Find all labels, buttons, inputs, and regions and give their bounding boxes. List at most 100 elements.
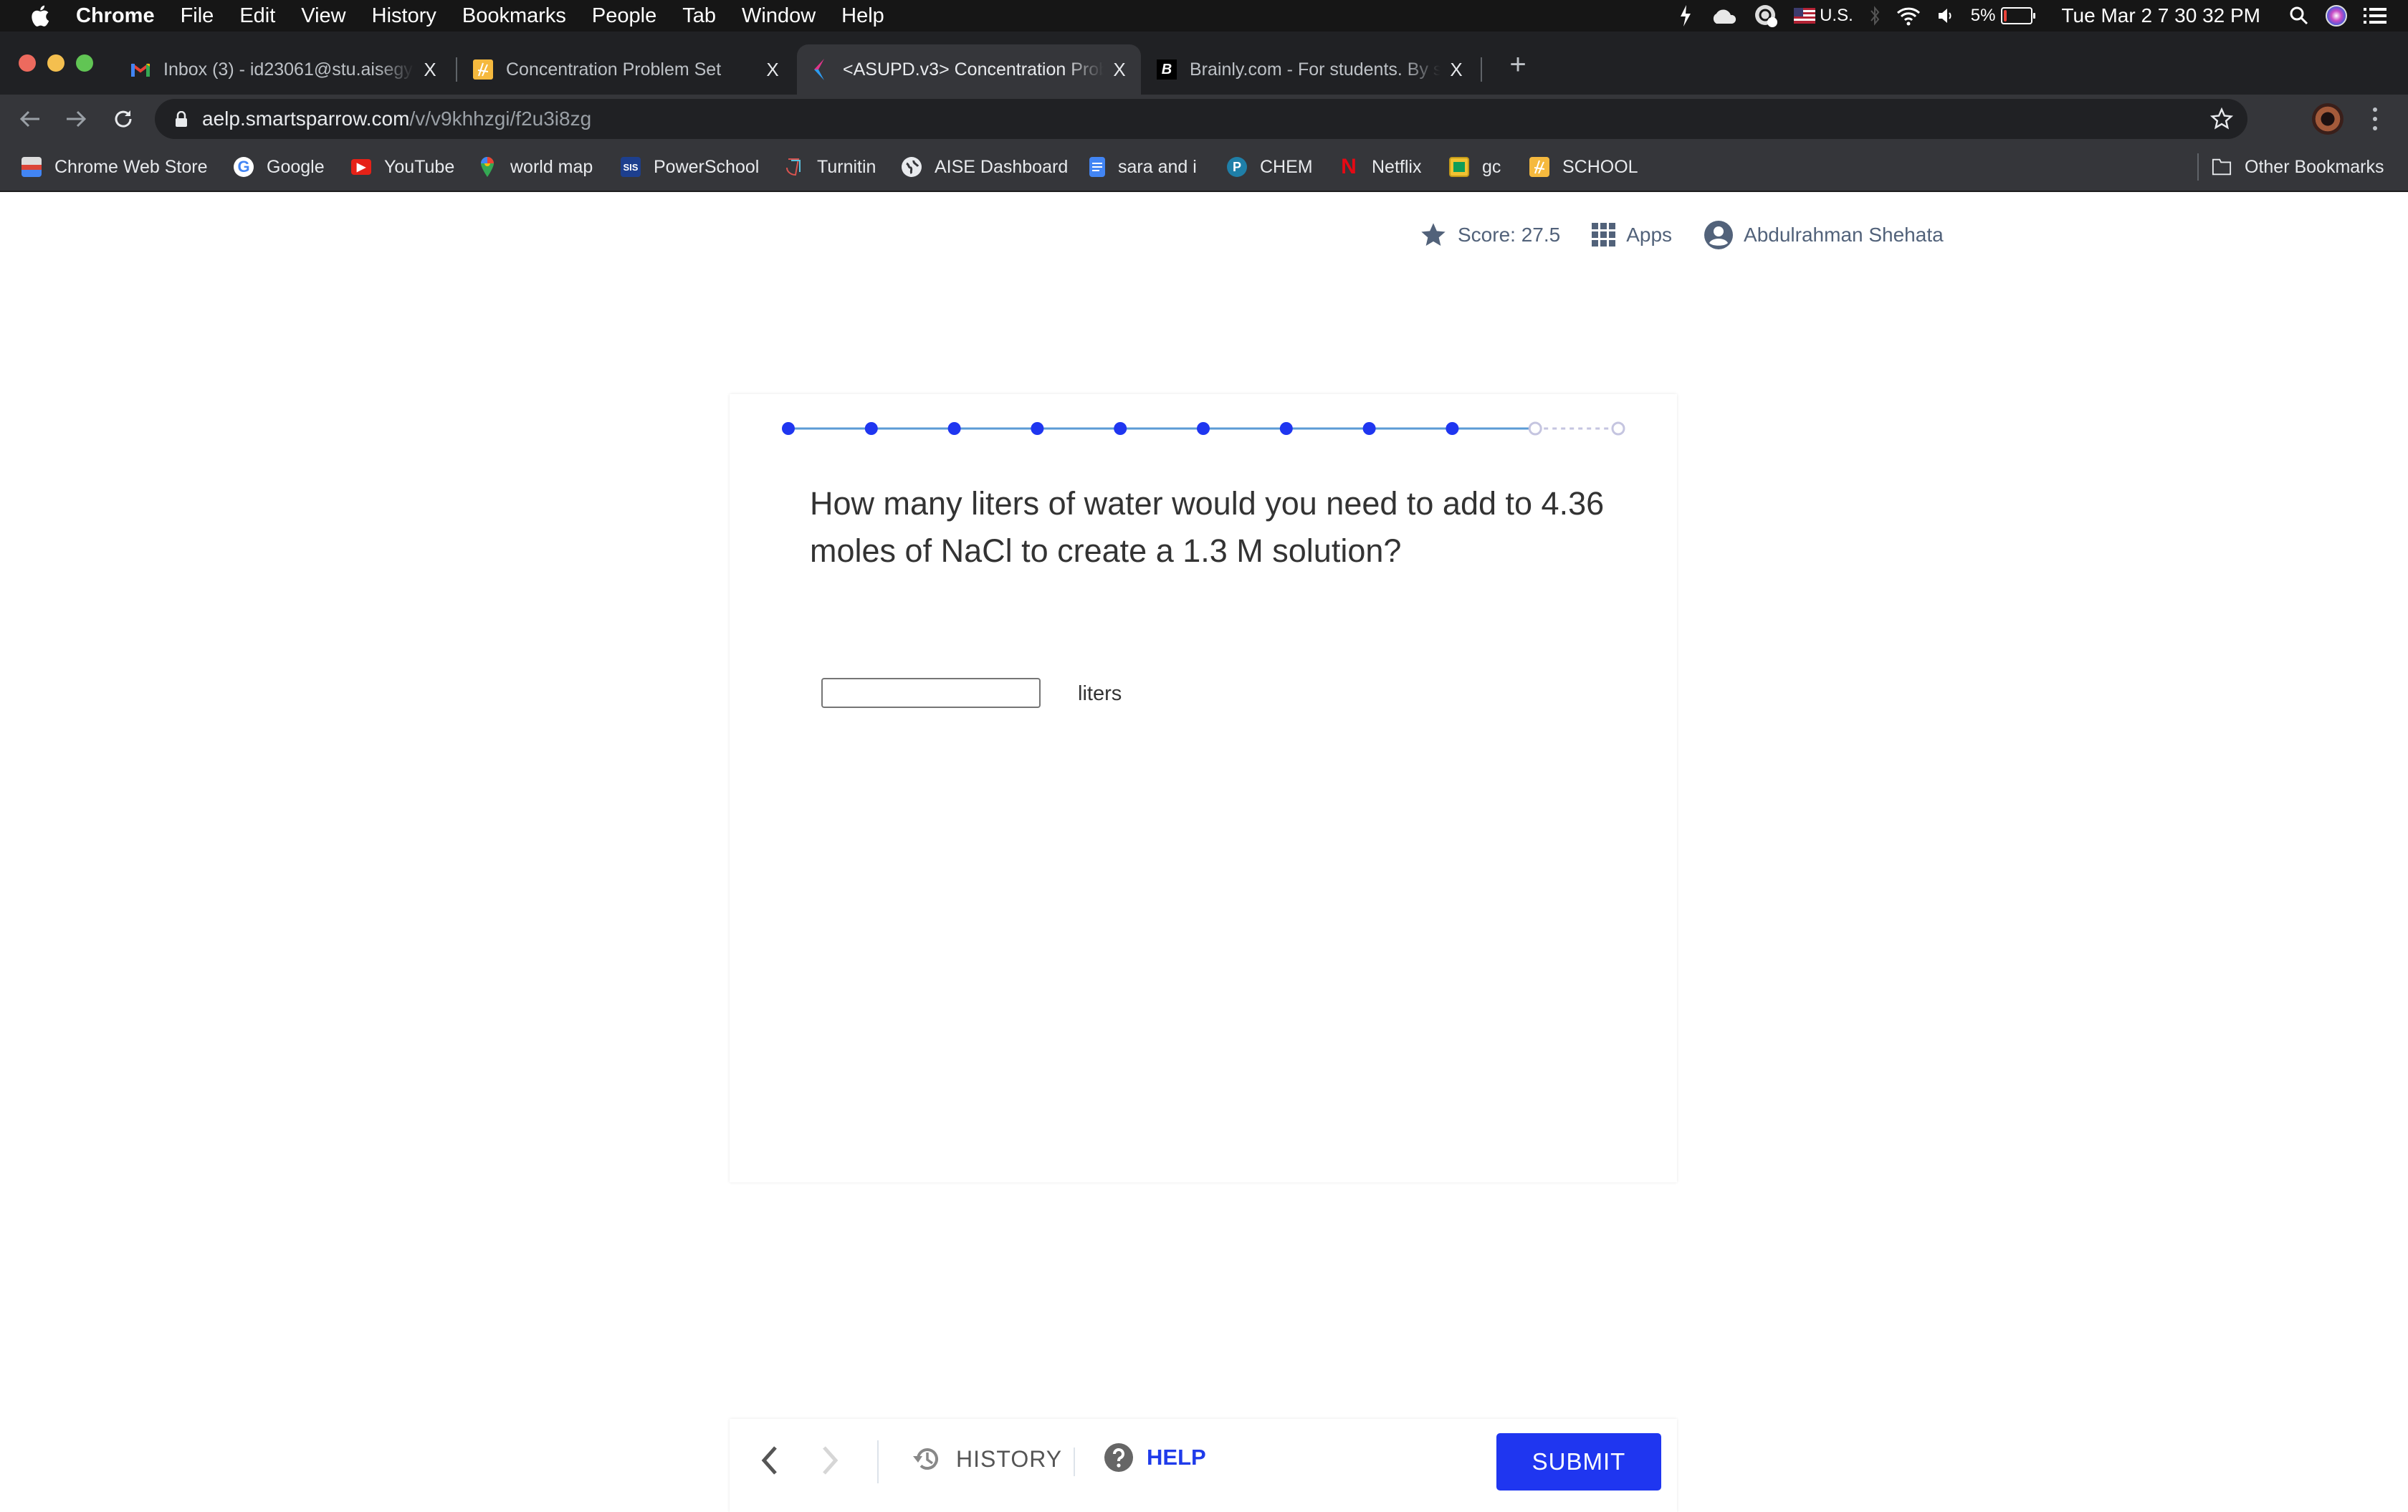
battery-status[interactable]: 5% — [1971, 6, 2036, 26]
lock-icon[interactable] — [175, 110, 188, 127]
us-flag-icon[interactable]: U.S. — [1794, 6, 1853, 26]
bookmark-label: Chrome Web Store — [54, 156, 208, 177]
tab-close-button[interactable]: X — [764, 59, 781, 81]
bookmark-chem[interactable]: P CHEM — [1227, 153, 1313, 181]
forward-button[interactable] — [60, 103, 92, 135]
siri-icon[interactable] — [2325, 4, 2348, 27]
macos-menu-bar: Chrome File Edit View History Bookmarks … — [0, 0, 2408, 32]
menu-view[interactable]: View — [301, 4, 345, 28]
menu-file[interactable]: File — [181, 4, 214, 28]
next-screen-button[interactable] — [820, 1445, 841, 1476]
bookmark-label: SCHOOL — [1562, 156, 1638, 177]
menu-help[interactable]: Help — [841, 4, 884, 28]
tab-close-button[interactable]: X — [1111, 59, 1128, 81]
reload-button[interactable] — [108, 103, 139, 135]
tab-close-button[interactable]: X — [421, 59, 439, 81]
bookmark-sara-and-i[interactable]: sara and i — [1089, 153, 1197, 181]
volume-icon[interactable] — [1936, 6, 1955, 25]
new-tab-button[interactable]: + — [1504, 50, 1532, 79]
google-classroom-icon — [1449, 157, 1469, 177]
maps-pin-icon — [477, 157, 497, 177]
progress-step-completed[interactable] — [947, 422, 961, 435]
menu-tab[interactable]: Tab — [682, 4, 716, 28]
score-display: Score: 27.5 — [1419, 221, 1560, 249]
apps-grid-icon — [1592, 223, 1616, 247]
bottom-action-bar: HISTORY HELP SUBMIT — [730, 1419, 1677, 1512]
tab-separator — [1481, 57, 1482, 82]
battery-icon — [2001, 7, 2036, 24]
tab-strip: Inbox (3) - id23061@stu.aisegy X Concent… — [0, 32, 2408, 95]
tab-close-button[interactable]: X — [1448, 59, 1465, 81]
menu-people[interactable]: People — [592, 4, 656, 28]
bookmark-youtube[interactable]: ▶ YouTube — [351, 153, 454, 181]
window-close-button[interactable] — [19, 54, 36, 72]
bookmark-google[interactable]: G Google — [234, 153, 325, 181]
progress-step-completed[interactable] — [1114, 422, 1127, 435]
back-button[interactable] — [14, 103, 46, 135]
menu-edit[interactable]: Edit — [239, 4, 275, 28]
tab-separator — [456, 57, 457, 82]
submit-button[interactable]: SUBMIT — [1496, 1433, 1661, 1491]
spotlight-search-icon[interactable] — [2289, 6, 2309, 26]
apps-button[interactable]: Apps — [1592, 223, 1672, 247]
history-button[interactable]: HISTORY — [912, 1440, 1062, 1478]
tab-asupd-concentration[interactable]: <ASUPD.v3> Concentration Problem Set X — [797, 44, 1141, 95]
chrome-menu-icon[interactable] — [2366, 105, 2384, 133]
progress-step-completed[interactable] — [1279, 422, 1293, 435]
progress-step-completed[interactable] — [864, 422, 878, 435]
bookmark-netflix[interactable]: N Netflix — [1339, 153, 1421, 181]
bookmark-label: AISE Dashboard — [935, 156, 1069, 177]
url-host: aelp.smartsparrow.com — [202, 107, 410, 130]
tab-brainly[interactable]: B Brainly.com - For students. By student… — [1144, 44, 1478, 95]
bookmark-aise-dashboard[interactable]: AISE Dashboard — [902, 153, 1068, 181]
url-text[interactable]: aelp.smartsparrow.com/v/v9khhzgi/f2u3i8z… — [202, 107, 591, 130]
menu-history[interactable]: History — [372, 4, 436, 28]
cloud-icon[interactable] — [1709, 6, 1738, 25]
apple-icon[interactable] — [29, 4, 50, 28]
clock[interactable]: Tue Mar 2 7 30 32 PM — [2061, 4, 2260, 27]
progress-step-completed[interactable] — [1197, 422, 1210, 435]
previous-screen-button[interactable] — [758, 1445, 780, 1476]
history-icon — [913, 1448, 938, 1470]
bookmark-label: CHEM — [1260, 156, 1313, 177]
question-text: How many liters of water would you need … — [810, 485, 1605, 569]
bookmark-world-map[interactable]: world map — [477, 153, 593, 181]
progress-step-completed[interactable] — [1446, 422, 1459, 435]
notification-center-icon[interactable] — [2364, 6, 2386, 25]
help-button[interactable]: HELP — [1104, 1439, 1206, 1476]
user-menu[interactable]: Abdulrahman Shehata — [1704, 220, 1944, 250]
bookmark-turnitin[interactable]: Turnitin — [784, 153, 876, 181]
bolt-app-icon[interactable] — [1678, 4, 1693, 28]
progress-step-completed[interactable] — [1362, 422, 1376, 435]
tab-gmail-inbox[interactable]: Inbox (3) - id23061@stu.aisegy X — [118, 44, 452, 95]
tab-title: <ASUPD.v3> Concentration Problem Set — [843, 59, 1104, 80]
progress-step-completed[interactable] — [782, 422, 795, 435]
chevron-left-icon — [761, 1446, 777, 1475]
progress-step-pending[interactable] — [1611, 421, 1625, 436]
menu-bookmarks[interactable]: Bookmarks — [462, 4, 566, 28]
other-bookmarks-folder[interactable]: Other Bookmarks — [2212, 153, 2384, 181]
bookmark-label: sara and i — [1118, 156, 1197, 177]
window-zoom-button[interactable] — [76, 54, 93, 72]
bluetooth-icon[interactable] — [1869, 5, 1881, 27]
url-path: /v/v9khhzgi/f2u3i8zg — [409, 107, 592, 130]
bookmark-school[interactable]: SCHOOL — [1529, 153, 1638, 181]
menu-app-name[interactable]: Chrome — [76, 4, 155, 28]
progress-step-completed[interactable] — [1031, 422, 1044, 435]
bookmark-chrome-web-store[interactable]: Chrome Web Store — [22, 153, 208, 181]
bookmark-gc[interactable]: gc — [1449, 153, 1501, 181]
progress-step-current[interactable] — [1528, 421, 1542, 436]
answer-input[interactable] — [821, 678, 1041, 708]
score-label: Score: 27.5 — [1458, 224, 1561, 246]
window-minimize-button[interactable] — [47, 54, 64, 72]
netflix-icon: N — [1341, 155, 1357, 178]
bookmark-powerschool[interactable]: SIS PowerSchool — [621, 153, 759, 181]
address-bar[interactable]: aelp.smartsparrow.com/v/v9khhzgi/f2u3i8z… — [155, 99, 2247, 139]
wifi-icon[interactable] — [1896, 6, 1921, 26]
tab-concentration-problem-set[interactable]: Concentration Problem Set X — [460, 44, 794, 95]
bookmark-star-icon[interactable] — [2209, 107, 2234, 130]
sync-check-icon[interactable] — [1754, 4, 1778, 28]
profile-avatar[interactable] — [2312, 103, 2344, 135]
menu-window[interactable]: Window — [742, 4, 816, 28]
chrome-web-store-icon — [22, 157, 42, 177]
